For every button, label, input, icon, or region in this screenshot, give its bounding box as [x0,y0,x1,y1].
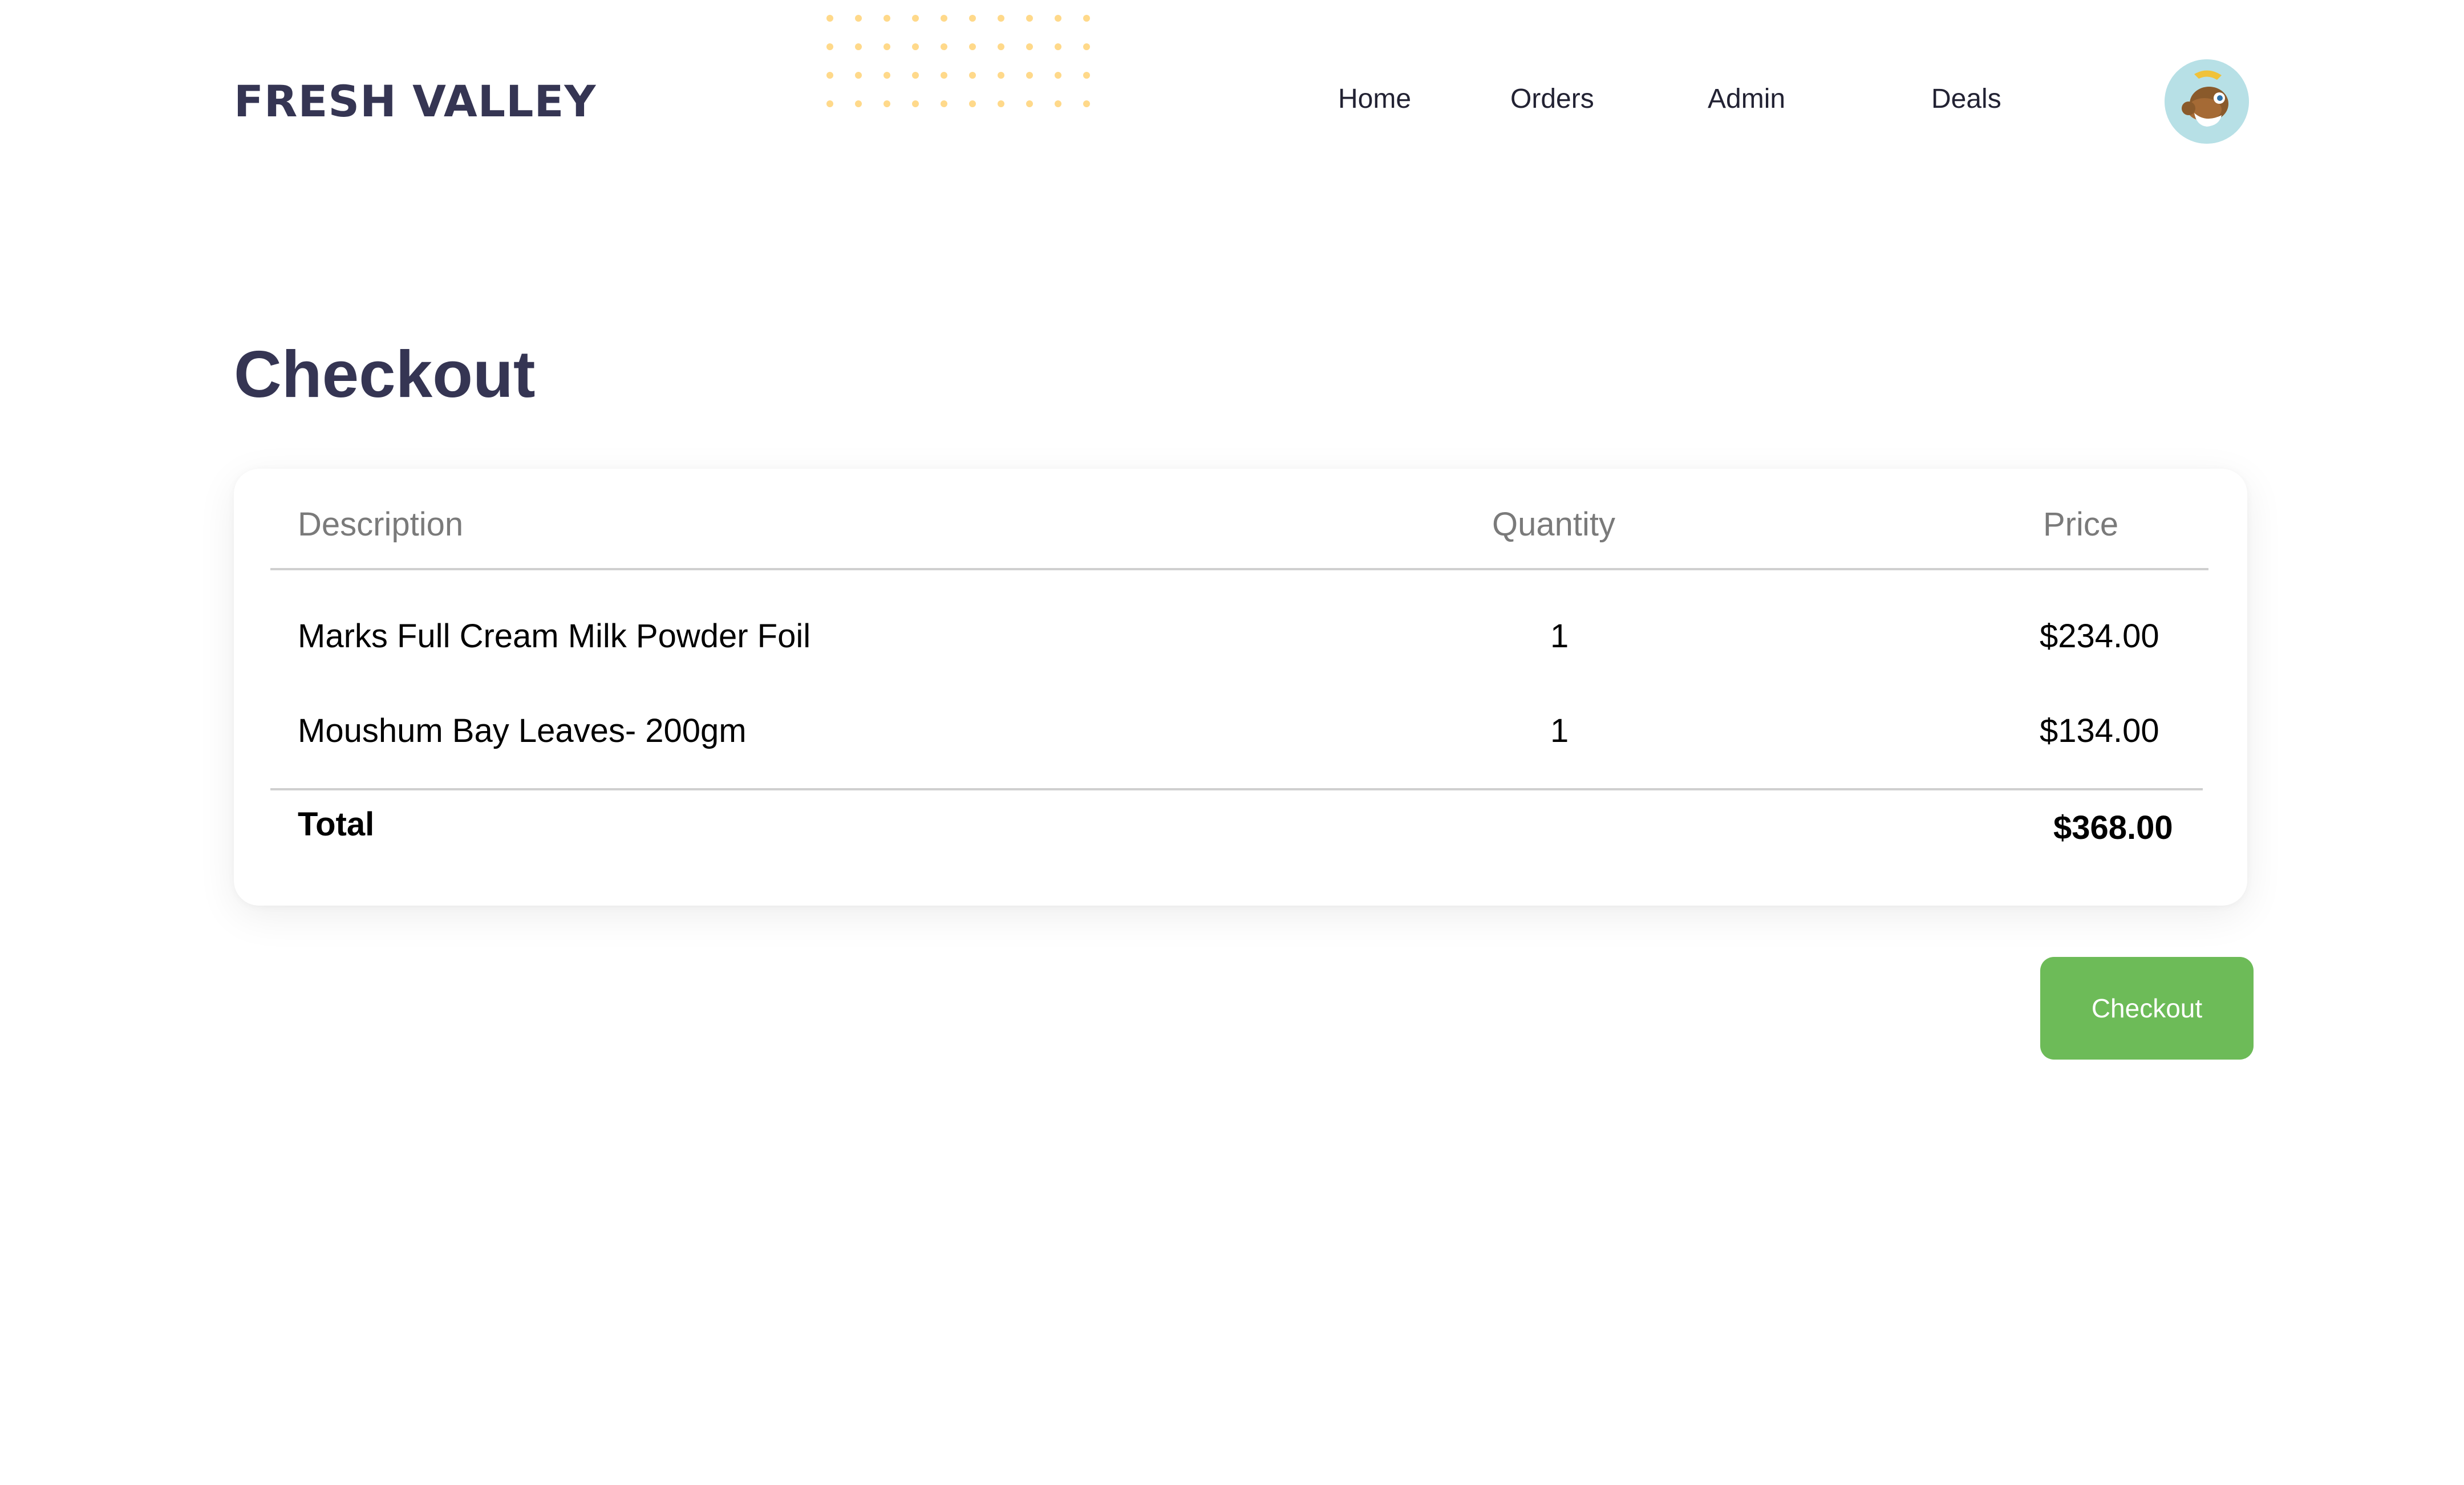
pattern-dot [884,100,890,107]
pattern-dot [826,72,833,79]
pattern-dot [1055,72,1061,79]
row-price: $234.00 [2040,618,2159,655]
pattern-dot [969,100,976,107]
pattern-dot [855,100,862,107]
header-divider [270,568,2208,570]
pattern-dot [912,15,919,22]
checkout-button[interactable]: Checkout [2040,957,2254,1060]
pattern-dot [884,43,890,50]
column-header-description: Description [298,506,464,543]
pattern-dot [998,15,1004,22]
pattern-dot [941,72,947,79]
pattern-dot [969,15,976,22]
pattern-dot [969,72,976,79]
pattern-dot [826,15,833,22]
pattern-dot [1026,72,1033,79]
pattern-dot [826,100,833,107]
column-header-quantity: Quantity [1492,506,1615,543]
pattern-dot [855,15,862,22]
pattern-dot [998,100,1004,107]
pattern-dot [826,43,833,50]
pattern-dot [941,100,947,107]
pattern-dot [912,100,919,107]
pattern-dot [969,43,976,50]
user-avatar-icon [2165,59,2249,144]
nav-admin-link[interactable]: Admin [1708,82,1785,116]
pattern-dot [855,72,862,79]
decorative-dot-pattern [826,15,1090,107]
pattern-dot [1055,100,1061,107]
pattern-dot [941,43,947,50]
total-value: $368.00 [2053,809,2173,846]
row-description: Marks Full Cream Milk Powder Foil [298,618,811,655]
pattern-dot [941,15,947,22]
pattern-dot [884,15,890,22]
pattern-dot [912,43,919,50]
pattern-dot [1083,43,1090,50]
pattern-dot [912,72,919,79]
pattern-dot [855,43,862,50]
pattern-dot [1026,15,1033,22]
row-quantity: 1 [1550,712,1569,749]
pattern-dot [1026,100,1033,107]
brand-logo[interactable]: FRESH VALLEY [234,73,596,130]
pattern-dot [1026,43,1033,50]
nav-deals-link[interactable]: Deals [1931,82,2001,116]
pattern-dot [884,72,890,79]
page-title: Checkout [234,337,536,411]
nav-orders-link[interactable]: Orders [1510,82,1594,116]
pattern-dot [1083,100,1090,107]
total-label: Total [298,806,375,843]
checkout-summary-card: Description Quantity Price Marks Full Cr… [234,469,2247,906]
pattern-dot [1055,43,1061,50]
row-price: $134.00 [2040,712,2159,749]
pattern-dot [1083,72,1090,79]
pattern-dot [1083,15,1090,22]
row-description: Moushum Bay Leaves- 200gm [298,712,747,749]
pattern-dot [1055,15,1061,22]
total-divider [270,788,2203,790]
column-header-price: Price [2043,506,2119,543]
pattern-dot [998,43,1004,50]
user-avatar[interactable] [2165,59,2249,144]
nav-home-link[interactable]: Home [1338,82,1411,116]
row-quantity: 1 [1550,618,1569,655]
pattern-dot [998,72,1004,79]
